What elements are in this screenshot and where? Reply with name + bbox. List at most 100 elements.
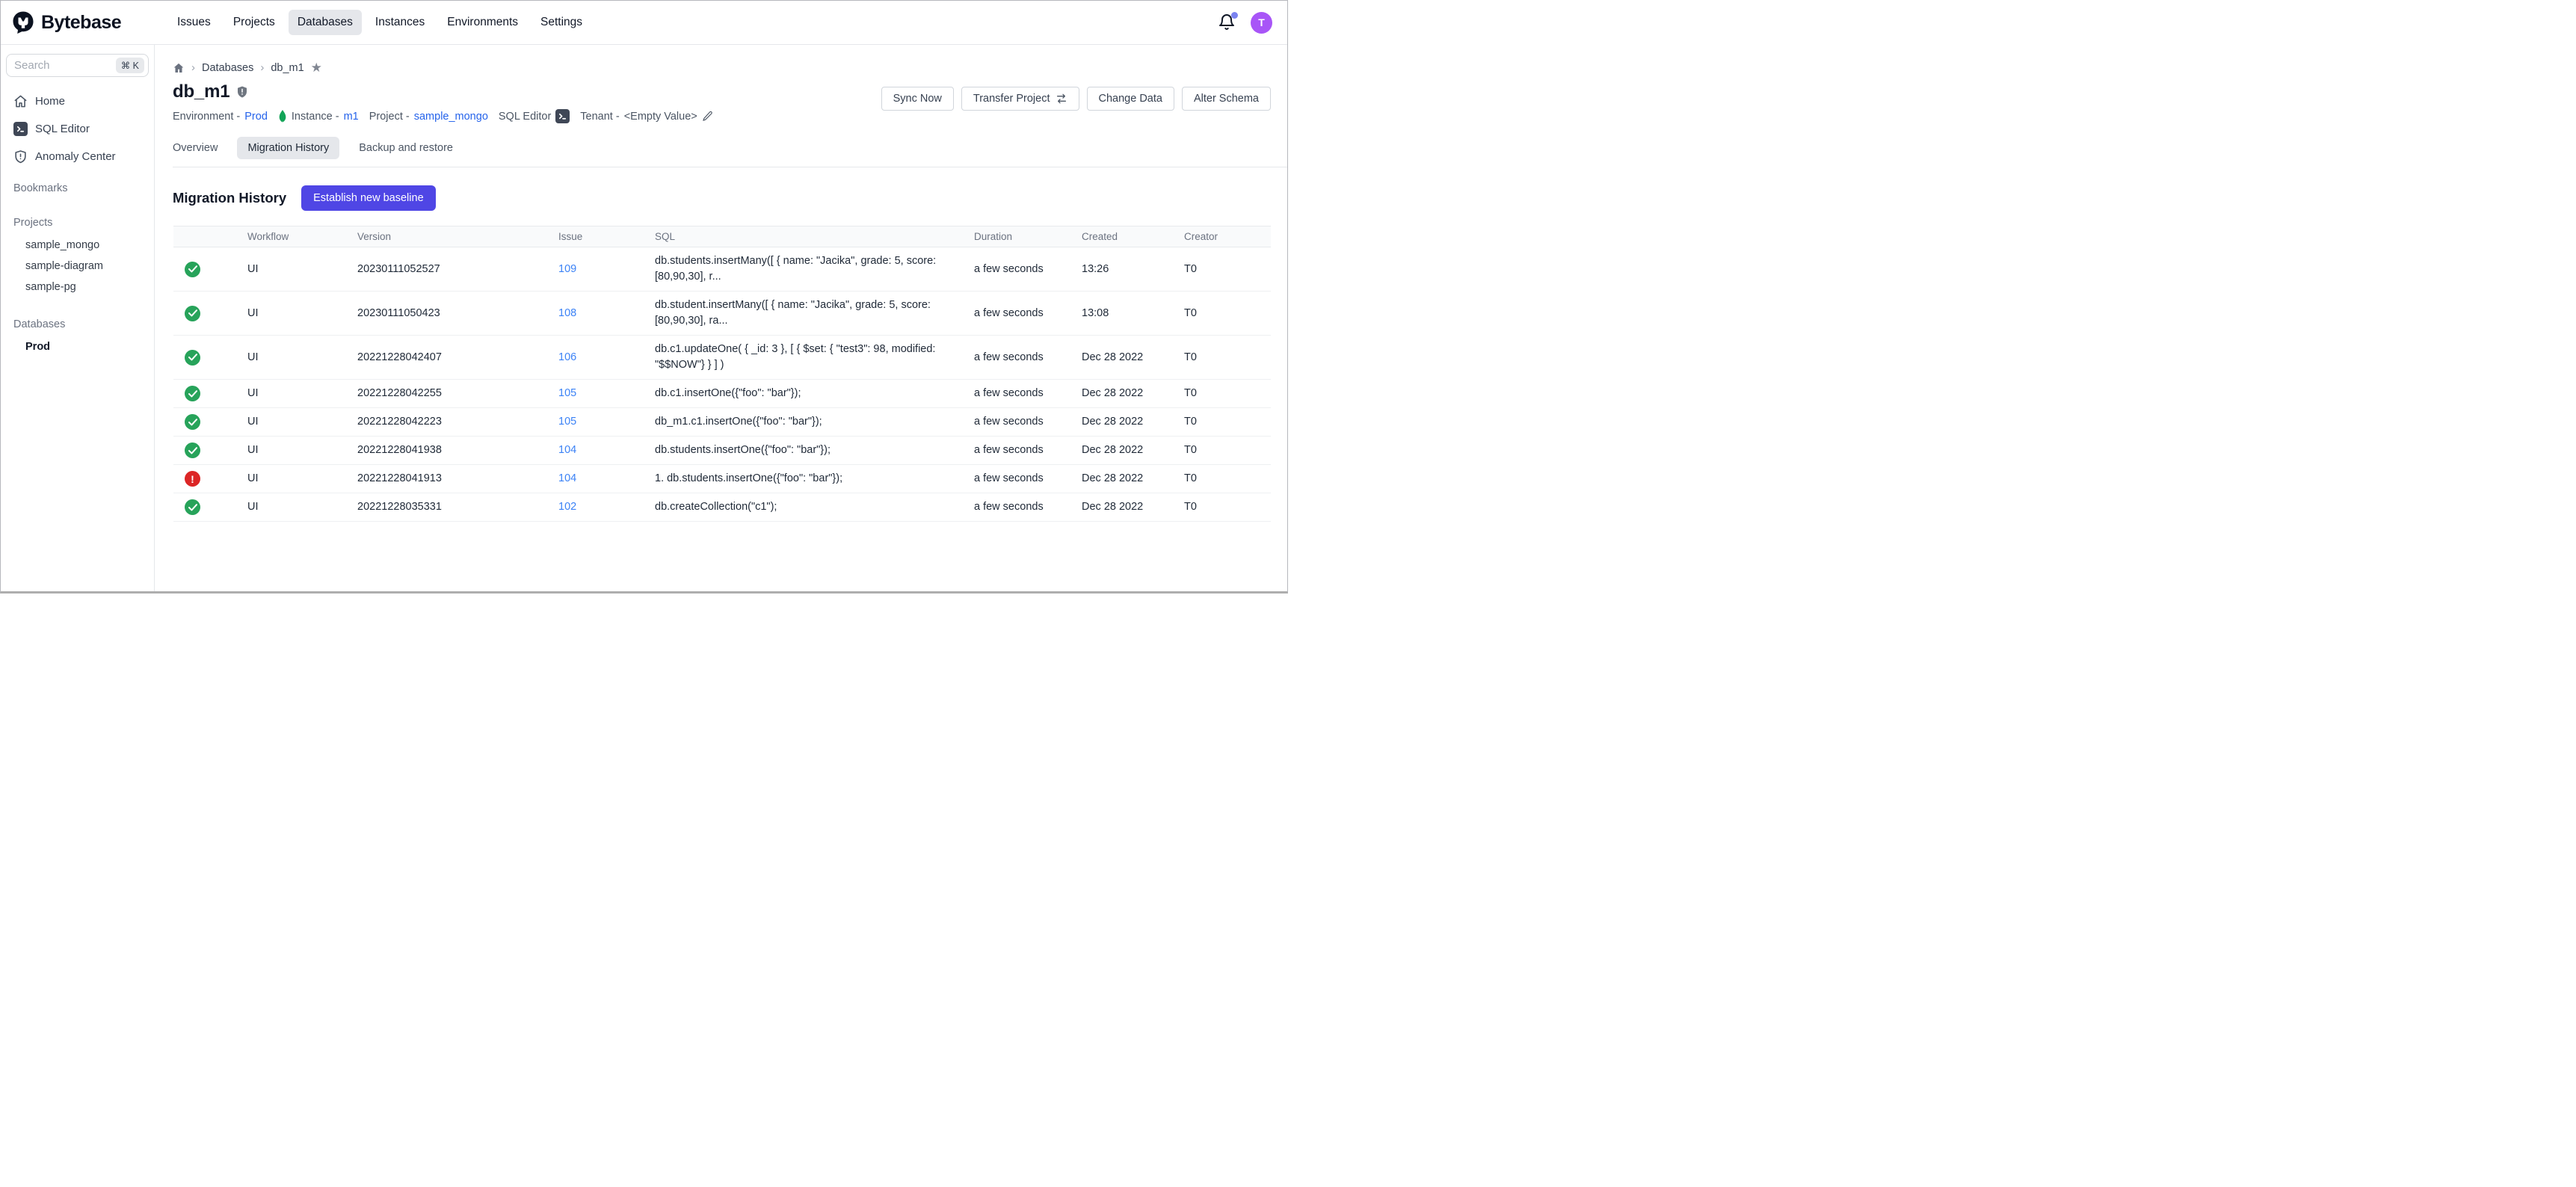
mongodb-leaf-icon [278,110,287,123]
meta-instance: Instance - m1 [278,110,359,123]
table-row[interactable]: UI 20230111052527 109 db.students.insert… [173,247,1271,292]
sidebar-section-databases: Databases [1,318,154,330]
status-cell [173,380,247,407]
breadcrumb-separator: › [191,61,195,74]
issue-cell: 105 [558,408,655,436]
meta-project: Project - sample_mongo [369,111,488,123]
issue-link[interactable]: 105 [558,387,576,399]
change-data-button[interactable]: Change Data [1087,87,1174,111]
table-row[interactable]: UI 20221228035331 102 db.createCollectio… [173,493,1271,522]
issue-link[interactable]: 104 [558,444,576,456]
sidebar-item-sql-editor[interactable]: SQL Editor [1,115,154,143]
column-created: Created [1082,231,1184,242]
version-cell: 20221228035331 [357,493,558,521]
notification-bell-icon[interactable] [1218,13,1236,31]
workflow-cell: UI [247,380,357,407]
status-cell [173,493,247,521]
issue-link[interactable]: 102 [558,501,576,513]
edit-pencil-icon[interactable] [702,111,713,122]
duration-cell: a few seconds [974,344,1082,371]
nav-item-projects[interactable]: Projects [224,10,284,35]
created-cell: Dec 28 2022 [1082,465,1184,493]
workflow-cell: UI [247,256,357,283]
sidebar-project-sample-diagram[interactable]: sample-diagram [1,256,154,277]
breadcrumb-home-icon[interactable] [173,62,185,74]
column-issue: Issue [558,231,655,242]
creator-cell: T0 [1184,437,1271,464]
version-cell: 20221228042407 [357,344,558,371]
tab-migration-history[interactable]: Migration History [237,137,339,159]
table-row[interactable]: UI 20221228042223 105 db_m1.c1.insertOne… [173,408,1271,437]
duration-cell: a few seconds [974,408,1082,436]
alter-schema-button[interactable]: Alter Schema [1182,87,1271,111]
tab-backup-and-restore[interactable]: Backup and restore [359,137,453,159]
nav-item-issues[interactable]: Issues [168,10,220,35]
issue-link[interactable]: 106 [558,351,576,363]
breadcrumb: › Databases › db_m1 ★ [173,61,1287,74]
created-cell: Dec 28 2022 [1082,380,1184,407]
duration-cell: a few seconds [974,300,1082,327]
meta-environment: Environment - Prod [173,111,268,123]
nav-item-instances[interactable]: Instances [366,10,434,35]
project-link[interactable]: sample_mongo [414,111,488,123]
issue-link[interactable]: 105 [558,416,576,428]
success-icon [185,499,200,515]
sidebar-database-prod[interactable]: Prod [1,336,154,357]
column-version: Version [357,231,558,242]
avatar[interactable]: T [1251,12,1272,34]
creator-cell: T0 [1184,300,1271,327]
sql-editor-terminal-icon[interactable] [555,109,570,123]
sidebar-item-anomaly-center[interactable]: Anomaly Center [1,143,154,170]
issue-cell: 104 [558,437,655,464]
migration-table-header: Workflow Version Issue SQL Duration Crea… [173,226,1271,247]
nav-item-settings[interactable]: Settings [531,10,591,35]
home-icon [13,94,28,108]
page-title: db_m1 [173,81,229,102]
nav-item-databases[interactable]: Databases [289,10,362,35]
table-row[interactable]: UI 20221228042255 105 db.c1.insertOne({"… [173,380,1271,408]
success-icon [185,306,200,321]
workflow-cell: UI [247,408,357,436]
table-row[interactable]: UI 20230111050423 108 db.student.insertM… [173,292,1271,336]
table-row[interactable]: UI 20221228041938 104 db.students.insert… [173,437,1271,465]
issue-link[interactable]: 108 [558,307,576,319]
status-cell [173,300,247,327]
meta-sql-editor[interactable]: SQL Editor [499,109,570,123]
title-shield-icon [235,85,249,99]
workflow-cell: UI [247,300,357,327]
topbar-right: T [1218,12,1287,34]
sync-now-button[interactable]: Sync Now [881,87,954,111]
status-cell [173,408,247,436]
success-icon [185,386,200,401]
sidebar-project-sample-pg[interactable]: sample-pg [1,277,154,297]
terminal-icon [13,122,28,136]
instance-link[interactable]: m1 [344,111,359,123]
issue-link[interactable]: 109 [558,263,576,275]
creator-cell: T0 [1184,380,1271,407]
breadcrumb-db-m1[interactable]: db_m1 [271,62,303,74]
sql-cell: 1. db.students.insertOne({"foo": "bar"})… [655,465,974,493]
search-input[interactable] [14,59,116,72]
workflow-cell: UI [247,437,357,464]
bookmark-star-icon[interactable]: ★ [311,61,322,74]
transfer-project-button[interactable]: Transfer Project [961,87,1079,111]
column-workflow: Workflow [247,231,357,242]
version-cell: 20230111050423 [357,300,558,327]
tab-overview[interactable]: Overview [173,137,218,159]
migration-history-header: Migration History Establish new baseline [173,185,1287,211]
environment-link[interactable]: Prod [244,111,268,123]
establish-baseline-button[interactable]: Establish new baseline [301,185,436,211]
nav-item-environments[interactable]: Environments [438,10,527,35]
creator-cell: T0 [1184,408,1271,436]
duration-cell: a few seconds [974,437,1082,464]
issue-link[interactable]: 104 [558,472,576,484]
breadcrumb-databases[interactable]: Databases [202,62,253,74]
top-bar: Bytebase Issues Projects Databases Insta… [1,1,1287,45]
table-row[interactable]: ! UI 20221228041913 104 1. db.students.i… [173,465,1271,493]
brand[interactable]: Bytebase [1,10,155,34]
sidebar-project-sample-mongo[interactable]: sample_mongo [1,235,154,256]
sidebar-item-home[interactable]: Home [1,87,154,115]
search-box[interactable]: ⌘ K [6,54,149,77]
table-row[interactable]: UI 20221228042407 106 db.c1.updateOne( {… [173,336,1271,380]
sql-cell: db.students.insertOne({"foo": "bar"}); [655,437,974,464]
